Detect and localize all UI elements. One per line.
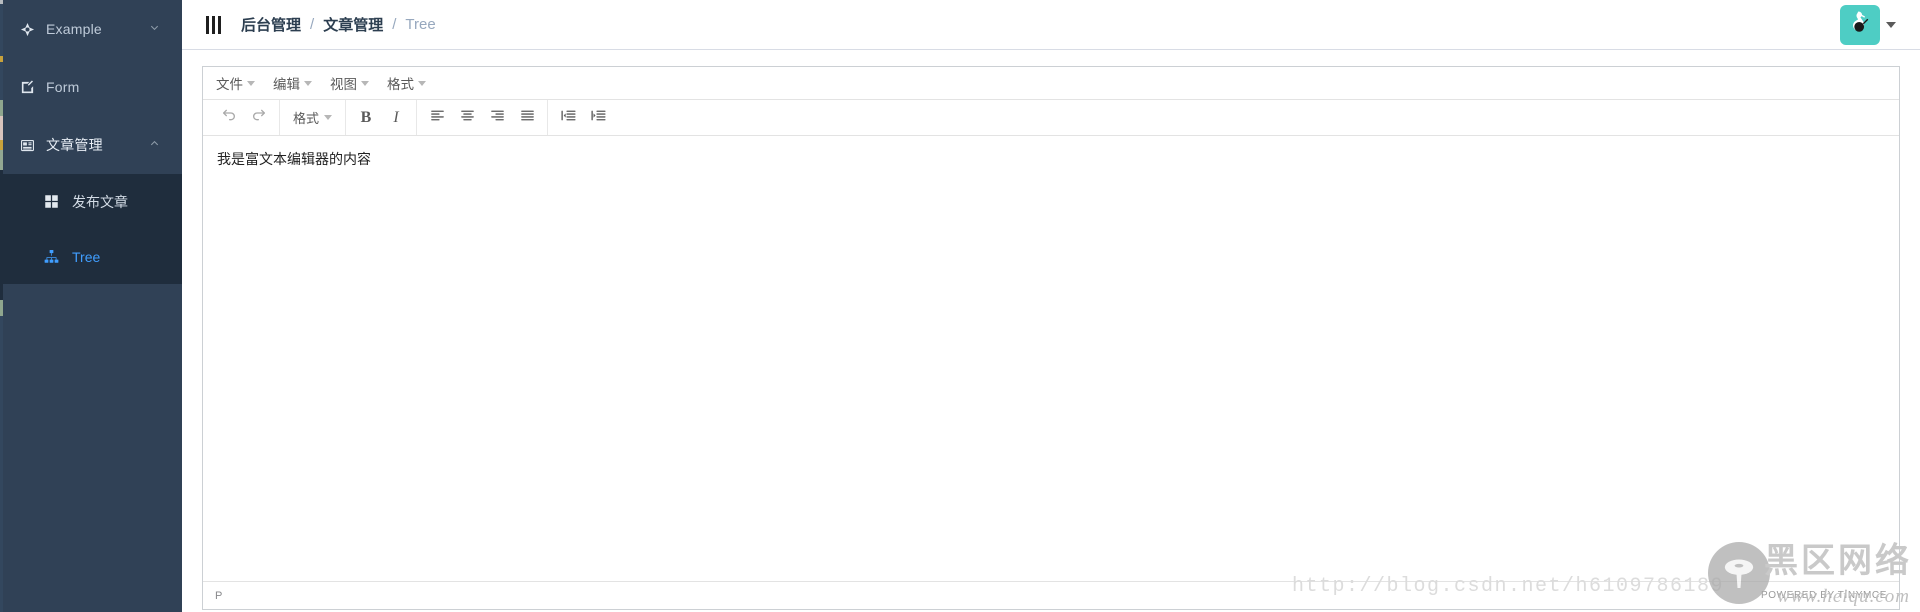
sidebar-item-publish-article[interactable]: 发布文章 bbox=[0, 174, 182, 229]
app-root: Example Form 文章管理 发布文章 Tree 后台管理 / 文章管理 … bbox=[0, 0, 1920, 612]
hamburger-bar bbox=[206, 15, 209, 34]
hamburger-bar bbox=[218, 15, 221, 34]
chevron-down-icon bbox=[418, 80, 426, 86]
chevron-down-icon bbox=[361, 80, 369, 86]
align-left-button[interactable] bbox=[422, 104, 452, 132]
format-dropdown-label: 格式 bbox=[293, 111, 320, 126]
chevron-down-icon bbox=[247, 80, 255, 86]
menu-file[interactable]: 文件 bbox=[207, 69, 264, 97]
menu-format[interactable]: 格式 bbox=[378, 69, 435, 97]
undo-button[interactable] bbox=[214, 104, 244, 132]
breadcrumb-item-tree: Tree bbox=[405, 16, 436, 33]
sidebar-item-tree[interactable]: Tree bbox=[0, 229, 182, 284]
sidebar-item-example[interactable]: Example bbox=[0, 0, 182, 58]
sitemap-icon bbox=[44, 249, 72, 264]
editor-menubar: 文件 编辑 视图 格式 bbox=[203, 67, 1899, 100]
newspaper-icon bbox=[20, 138, 46, 153]
redo-button[interactable] bbox=[244, 104, 274, 132]
chevron-up-icon bbox=[149, 138, 160, 152]
toolbar-group-history bbox=[209, 100, 280, 135]
hamburger-bar bbox=[212, 15, 215, 34]
grid-icon bbox=[44, 194, 72, 209]
editor-content[interactable]: 我是富文本编辑器的内容 bbox=[203, 136, 1899, 581]
breadcrumb-separator: / bbox=[310, 16, 315, 33]
sidebar-item-label: 文章管理 bbox=[46, 137, 103, 153]
sidebar-item-form[interactable]: Form bbox=[0, 58, 182, 116]
hamburger-icon[interactable] bbox=[204, 14, 223, 36]
align-left-icon bbox=[429, 107, 446, 129]
toolbar-group-align bbox=[417, 100, 549, 135]
undo-icon bbox=[221, 107, 237, 128]
breadcrumb-item-admin[interactable]: 后台管理 bbox=[241, 14, 301, 35]
tinymce-branding: POWERED BY TINYMCE bbox=[1760, 590, 1887, 601]
breadcrumb-item-article-management[interactable]: 文章管理 bbox=[323, 14, 383, 35]
edit-square-icon bbox=[20, 79, 46, 95]
chevron-down-icon bbox=[149, 22, 160, 36]
outdent-button[interactable] bbox=[553, 104, 583, 132]
chevron-down-icon bbox=[324, 115, 333, 120]
indent-button[interactable] bbox=[583, 104, 613, 132]
menu-format-label: 格式 bbox=[387, 77, 414, 92]
sidebar-item-label: 发布文章 bbox=[72, 193, 128, 210]
menu-edit-label: 编辑 bbox=[273, 77, 300, 92]
menu-view[interactable]: 视图 bbox=[321, 69, 378, 97]
sidebar: Example Form 文章管理 发布文章 Tree bbox=[0, 0, 182, 612]
breadcrumb: 后台管理 / 文章管理 / Tree bbox=[241, 14, 436, 35]
align-justify-icon bbox=[519, 107, 536, 129]
topbar-right bbox=[1840, 4, 1904, 45]
element-path[interactable]: P bbox=[215, 590, 223, 602]
align-right-icon bbox=[489, 107, 506, 129]
bold-button[interactable]: B bbox=[351, 104, 381, 132]
align-right-button[interactable] bbox=[482, 104, 512, 132]
menu-edit[interactable]: 编辑 bbox=[264, 69, 321, 97]
format-dropdown[interactable]: 格式 bbox=[285, 104, 340, 132]
menu-file-label: 文件 bbox=[216, 77, 243, 92]
caret-down-icon[interactable] bbox=[1886, 21, 1896, 28]
sidebar-submenu-article-management: 发布文章 Tree bbox=[0, 174, 182, 284]
align-center-button[interactable] bbox=[452, 104, 482, 132]
outdent-icon bbox=[560, 107, 577, 129]
toolbar-group-indent bbox=[548, 100, 618, 135]
avatar[interactable] bbox=[1840, 4, 1880, 45]
editor-toolbar: 格式 B I bbox=[203, 100, 1899, 136]
toolbar-group-format: 格式 bbox=[280, 100, 347, 135]
editor-statusbar: P POWERED BY TINYMCE bbox=[203, 581, 1899, 609]
toolbar-group-style: B I bbox=[346, 100, 418, 135]
chevron-down-icon bbox=[304, 80, 312, 86]
window-edge-strip bbox=[0, 0, 3, 612]
sidebar-item-label: Form bbox=[46, 79, 80, 95]
align-center-icon bbox=[459, 107, 476, 129]
breadcrumb-separator: / bbox=[392, 16, 397, 33]
italic-button[interactable]: I bbox=[381, 104, 411, 132]
sidebar-item-label: Tree bbox=[72, 248, 101, 265]
topbar: 后台管理 / 文章管理 / Tree bbox=[182, 0, 1920, 50]
sidebar-item-article-management[interactable]: 文章管理 bbox=[0, 116, 182, 174]
align-justify-button[interactable] bbox=[512, 104, 542, 132]
sidebar-item-label: Example bbox=[46, 21, 102, 37]
redo-icon bbox=[251, 107, 267, 128]
menu-view-label: 视图 bbox=[330, 77, 357, 92]
user-avatar-icon bbox=[1847, 9, 1873, 40]
rich-text-editor: 文件 编辑 视图 格式 格式 B I 我是富文本编辑器的内容 P POWERED… bbox=[202, 66, 1900, 610]
compass-icon bbox=[20, 22, 46, 37]
main-container: 后台管理 / 文章管理 / Tree 文件 编辑 视图 格式 格式 B I 我是… bbox=[182, 0, 1920, 612]
indent-icon bbox=[590, 107, 607, 129]
content-area: 文件 编辑 视图 格式 格式 B I 我是富文本编辑器的内容 P POWERED… bbox=[182, 50, 1920, 612]
